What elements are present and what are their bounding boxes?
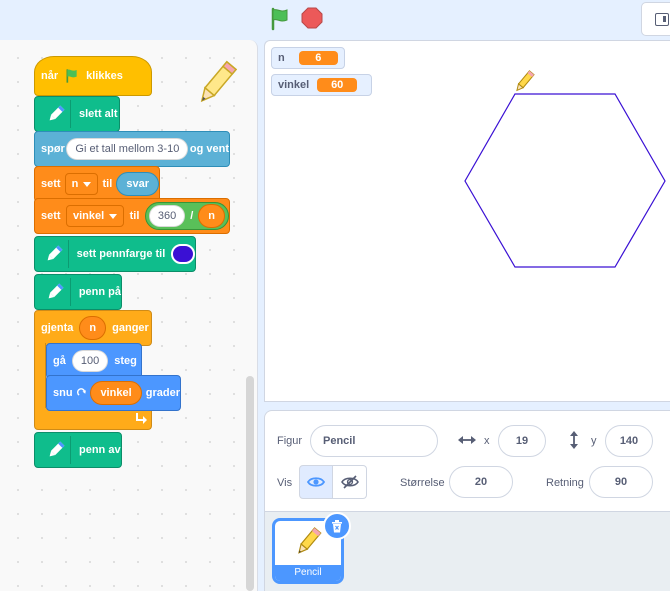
layout-toggle-icon xyxy=(655,13,669,26)
pen-up-block[interactable]: penn av xyxy=(34,432,122,468)
sprite-label: Figur xyxy=(277,435,303,447)
variable-dropdown[interactable]: n xyxy=(64,173,99,195)
dividend-input[interactable]: 360 xyxy=(148,205,186,227)
eye-icon xyxy=(307,477,325,487)
menu-bar xyxy=(0,0,670,40)
n-reporter[interactable]: n xyxy=(79,316,107,340)
answer-reporter[interactable]: svar xyxy=(116,172,159,196)
x-position-input[interactable]: 19 xyxy=(498,425,546,457)
variable-monitor-vinkel: vinkel 60 xyxy=(271,74,372,96)
pen-extension-icon xyxy=(41,278,71,306)
sprite-name-input[interactable]: Pencil xyxy=(310,425,438,457)
variable-monitor-n: n 6 xyxy=(271,47,345,69)
pen-down-block[interactable]: penn på xyxy=(34,274,122,310)
steps-input[interactable]: 100 xyxy=(71,350,109,372)
set-pen-color-block[interactable]: sett pennfarge til xyxy=(34,236,196,272)
y-position-input[interactable]: 140 xyxy=(605,425,653,457)
pen-color-swatch[interactable] xyxy=(170,244,195,264)
show-sprite-button[interactable] xyxy=(299,465,333,499)
size-input[interactable]: 20 xyxy=(449,466,513,498)
repeat-arrow-icon xyxy=(136,413,147,424)
turn-right-block[interactable]: snu vinkel grader xyxy=(46,375,181,411)
repeat-arm xyxy=(34,343,46,413)
variable-dropdown[interactable]: vinkel xyxy=(66,205,125,227)
hide-sprite-button[interactable] xyxy=(333,465,367,499)
n-reporter[interactable]: n xyxy=(198,204,225,228)
when-flag-clicked-block[interactable]: når klikkes xyxy=(34,56,152,96)
green-flag-icon xyxy=(66,69,77,83)
set-n-block[interactable]: sett n til svar xyxy=(34,166,160,202)
layout-toggle-button[interactable] xyxy=(641,2,670,36)
pencil-icon xyxy=(200,60,238,103)
trash-icon xyxy=(332,519,342,532)
eye-off-icon xyxy=(340,475,359,489)
stage[interactable]: n 6 vinkel 60 xyxy=(264,40,670,402)
pen-extension-icon xyxy=(41,436,71,464)
turn-right-icon xyxy=(76,388,86,396)
pen-extension-icon xyxy=(41,100,71,128)
y-arrows-icon xyxy=(570,431,578,449)
divide-operator[interactable]: 360 / n xyxy=(144,202,229,230)
pencil-icon xyxy=(298,527,322,554)
question-input[interactable]: Gi et tall mellom 3-10 xyxy=(66,138,189,160)
clear-block[interactable]: slett alt xyxy=(34,96,120,132)
repeat-footer xyxy=(34,408,152,430)
green-flag-icon[interactable] xyxy=(268,7,292,31)
x-arrows-icon xyxy=(458,436,476,444)
pen-extension-icon xyxy=(41,240,69,268)
ask-and-wait-block[interactable]: spør Gi et tall mellom 3-10 og vent xyxy=(34,131,230,167)
sprite-tile-label: Pencil xyxy=(275,565,341,581)
direction-input[interactable]: 90 xyxy=(589,466,653,498)
repeat-block[interactable]: gjenta n ganger xyxy=(34,310,152,346)
vinkel-reporter[interactable]: vinkel xyxy=(90,381,142,405)
pencil-sprite[interactable] xyxy=(512,69,536,95)
move-steps-block[interactable]: gå 100 steg xyxy=(46,343,142,379)
code-scrollbar[interactable] xyxy=(246,376,254,591)
set-vinkel-block[interactable]: sett vinkel til 360 / n xyxy=(34,198,230,234)
stop-icon[interactable] xyxy=(301,7,323,29)
delete-sprite-button[interactable] xyxy=(323,512,351,540)
